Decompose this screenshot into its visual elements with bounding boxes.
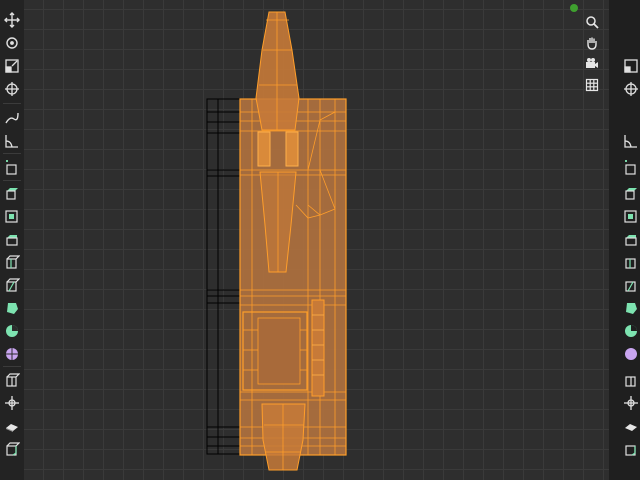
edge-slide-icon[interactable] [621, 370, 640, 390]
transform-icon[interactable] [2, 79, 22, 99]
knife-icon[interactable] [2, 275, 22, 295]
shear-icon[interactable] [2, 416, 22, 436]
shear-icon[interactable] [621, 416, 640, 436]
grid-view-icon[interactable] [583, 76, 601, 94]
shrink-fatten-icon[interactable] [2, 393, 22, 413]
unselected-mesh [206, 98, 241, 455]
zoom-icon[interactable] [583, 13, 601, 31]
knife-icon[interactable] [621, 275, 640, 295]
measure-icon[interactable] [2, 131, 22, 151]
extrude-icon[interactable] [2, 183, 22, 203]
hand-pan-icon[interactable] [583, 34, 601, 52]
smooth-icon[interactable] [621, 344, 640, 364]
inset-icon[interactable] [621, 206, 640, 226]
poly-build-icon[interactable] [621, 298, 640, 318]
spin-icon[interactable] [2, 321, 22, 341]
rip-icon[interactable] [2, 439, 22, 459]
status-indicator-dot [570, 4, 578, 12]
add-cube-icon[interactable] [621, 158, 640, 178]
shrink-fatten-icon[interactable] [621, 393, 640, 413]
spin-icon[interactable] [621, 321, 640, 341]
rip-icon[interactable] [621, 439, 640, 459]
add-cube-icon[interactable] [2, 158, 22, 178]
inset-icon[interactable] [2, 206, 22, 226]
poly-build-icon[interactable] [2, 298, 22, 318]
edge-slide-icon[interactable] [2, 370, 22, 390]
right-toolbar [609, 0, 640, 480]
transform-icon[interactable] [621, 79, 640, 99]
scale-icon[interactable] [621, 56, 640, 76]
measure-icon[interactable] [621, 131, 640, 151]
loop-cut-icon[interactable] [2, 252, 22, 272]
extrude-icon[interactable] [621, 183, 640, 203]
camera-icon[interactable] [583, 55, 601, 73]
mesh-wireframe[interactable] [0, 0, 640, 480]
smooth-icon[interactable] [2, 344, 22, 364]
bevel-icon[interactable] [621, 229, 640, 249]
selected-mesh [239, 11, 347, 471]
annotate-icon[interactable] [2, 108, 22, 128]
bevel-icon[interactable] [2, 229, 22, 249]
move-arrows-icon[interactable] [2, 10, 22, 30]
scale-icon[interactable] [2, 56, 22, 76]
loop-cut-icon[interactable] [621, 252, 640, 272]
3d-viewport[interactable] [0, 0, 640, 480]
left-toolbar [0, 0, 24, 480]
rotate-icon[interactable] [2, 33, 22, 53]
